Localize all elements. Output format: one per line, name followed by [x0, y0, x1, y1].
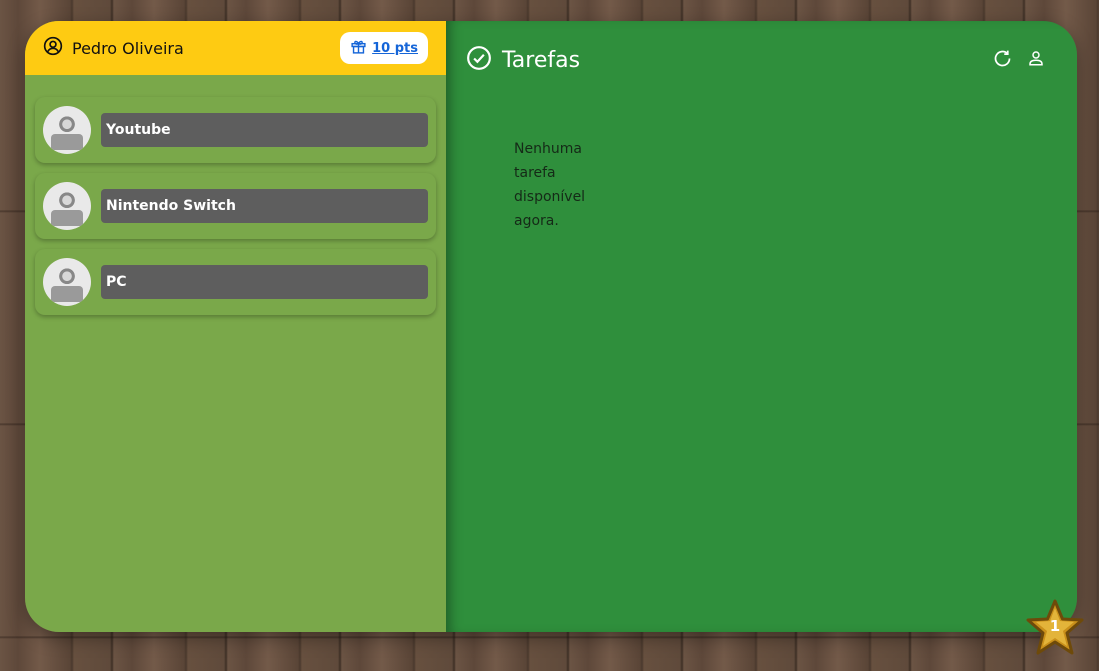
reward-label: Nintendo Switch [101, 189, 428, 223]
tasks-panel: Tarefas Nenhuma tarefa disponível agora. [446, 21, 1077, 632]
reward-label: Youtube [101, 113, 428, 147]
user-name: Pedro Oliveira [72, 38, 184, 58]
reward-item-youtube[interactable]: Youtube [35, 97, 436, 163]
app-window: Pedro Oliveira 10 pts Youtube Nintendo S… [25, 21, 1077, 632]
user-circle-icon [43, 36, 63, 60]
gift-icon [350, 38, 367, 59]
tasks-header: Tarefas [446, 21, 1077, 75]
rewards-header: Pedro Oliveira 10 pts [25, 21, 446, 75]
check-circle-icon [466, 45, 492, 75]
reward-avatar [43, 106, 91, 154]
reward-item-pc[interactable]: PC [35, 249, 436, 315]
person-icon[interactable] [1025, 47, 1047, 69]
refresh-icon[interactable] [991, 47, 1013, 69]
points-button[interactable]: 10 pts [340, 32, 428, 64]
reward-label: PC [101, 265, 428, 299]
reward-item-nintendo-switch[interactable]: Nintendo Switch [35, 173, 436, 239]
star-count: 1 [1049, 617, 1061, 635]
tasks-title: Tarefas [502, 47, 581, 73]
reward-avatar [43, 182, 91, 230]
rewards-list: Youtube Nintendo Switch PC [25, 75, 446, 315]
user-info: Pedro Oliveira [43, 36, 184, 60]
rewards-panel: Pedro Oliveira 10 pts Youtube Nintendo S… [25, 21, 446, 632]
header-actions [991, 47, 1047, 69]
empty-tasks-message: Nenhuma tarefa disponível agora. [514, 141, 586, 229]
reward-avatar [43, 258, 91, 306]
points-label: 10 pts [372, 40, 418, 56]
star-badge[interactable]: 1 [1024, 597, 1086, 659]
